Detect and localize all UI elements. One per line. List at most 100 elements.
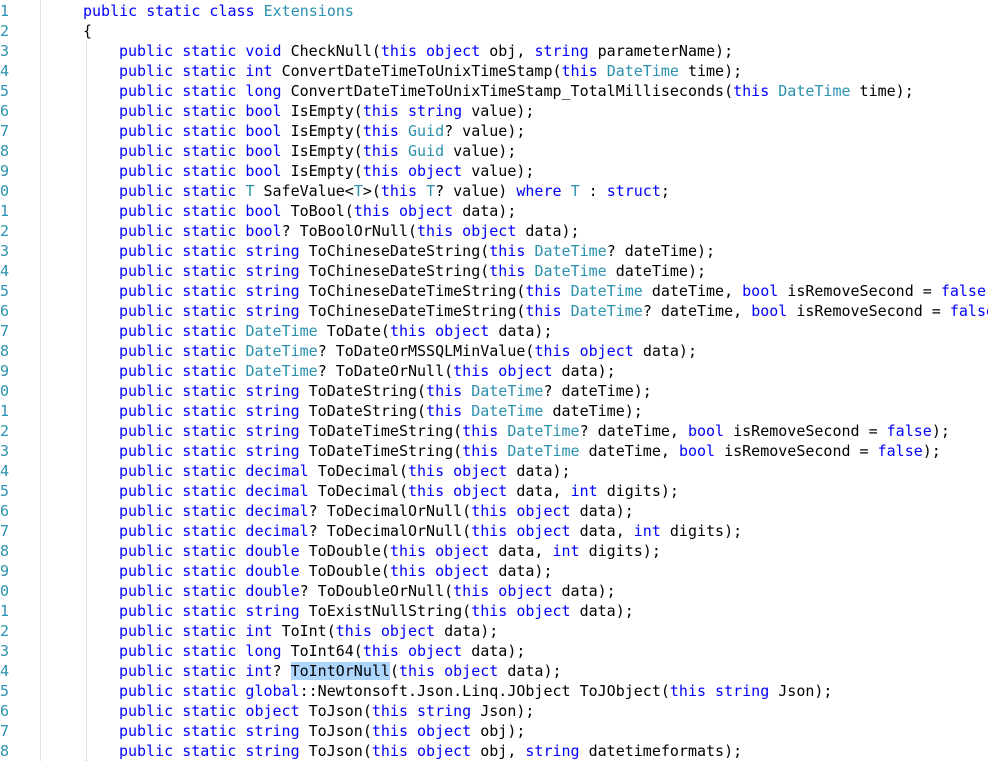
code-text[interactable]: public static double ToDouble(this objec… xyxy=(119,541,661,561)
code-text[interactable]: public static decimal? ToDecimalOrNull(t… xyxy=(119,501,634,521)
code-line[interactable]: 8 public static DateTime? ToDateOrMSSQLMi… xyxy=(0,341,988,361)
code-line[interactable]: 2 public static string ToDateTimeString(t… xyxy=(0,421,988,441)
code-line[interactable]: 7 public static DateTime ToDate(this obje… xyxy=(0,321,988,341)
code-line[interactable]: 4 public static string ToChineseDateStrin… xyxy=(0,261,988,281)
code-text[interactable]: public static double? ToDoubleOrNull(thi… xyxy=(119,581,616,601)
plain-token: ? value); xyxy=(444,122,526,140)
code-text[interactable]: public static string ToChineseDateString… xyxy=(119,261,706,281)
code-text[interactable]: public static string ToDateTimeString(th… xyxy=(119,421,950,441)
code-text[interactable]: public static bool ToBool(this object da… xyxy=(119,201,516,221)
code-line[interactable]: 1 public static string ToDateString(this … xyxy=(0,401,988,421)
code-line[interactable]: 2{ xyxy=(0,21,988,41)
code-text[interactable]: public static string ToJson(this object … xyxy=(119,721,525,741)
code-text[interactable]: public static bool IsEmpty(this Guid val… xyxy=(119,141,516,161)
plain-token: obj, xyxy=(480,742,526,760)
code-text[interactable]: public static DateTime ToDate(this objec… xyxy=(119,321,553,341)
code-line[interactable]: 0 public static string ToDateString(this … xyxy=(0,381,988,401)
code-editor[interactable]: 1 public static class Extensions 2{3 public… xyxy=(0,0,988,761)
code-text[interactable]: public static string ToDateString(this D… xyxy=(119,401,643,421)
plain-token: dateTime); xyxy=(615,262,707,280)
plain-token: parameterName); xyxy=(597,42,734,60)
code-text[interactable]: public static string ToChineseDateTimeSt… xyxy=(119,281,988,301)
code-text[interactable]: public static bool IsEmpty(this string v… xyxy=(119,101,534,121)
code-line[interactable]: 2 public static int ToInt(this object dat… xyxy=(0,621,988,641)
code-line[interactable]: 6 public static bool IsEmpty(this string … xyxy=(0,101,988,121)
code-text[interactable]: public static global::Newtonsoft.Json.Li… xyxy=(119,681,832,701)
code-text[interactable]: public static string ToJson(this object … xyxy=(119,741,742,761)
code-text[interactable]: public static bool? ToBoolOrNull(this ob… xyxy=(119,221,580,241)
code-text[interactable]: public static int ConvertDateTimeToUnixT… xyxy=(119,61,742,81)
plain-token: data); xyxy=(561,362,616,380)
code-text[interactable]: { xyxy=(83,21,92,41)
code-line[interactable]: 9 public static DateTime? ToDateOrNull(th… xyxy=(0,361,988,381)
keyword-token: public static string xyxy=(119,422,309,440)
code-line[interactable]: 7 public static decimal? ToDecimalOrNull(… xyxy=(0,521,988,541)
plain-token: ToDateTimeString( xyxy=(308,442,463,460)
code-text[interactable]: public static long ConvertDateTimeToUnix… xyxy=(119,81,914,101)
code-text[interactable]: public static decimal? ToDecimalOrNull(t… xyxy=(119,521,742,541)
code-line[interactable]: 7 public static bool IsEmpty(this Guid? v… xyxy=(0,121,988,141)
code-text[interactable]: public static object ToJson(this string … xyxy=(119,701,534,721)
keyword-token: public static string xyxy=(119,602,309,620)
line-number: 8 xyxy=(0,142,10,160)
code-text[interactable]: public static decimal ToDecimal(this obj… xyxy=(119,461,571,481)
code-text[interactable]: public static bool IsEmpty(this object v… xyxy=(119,161,534,181)
code-line[interactable]: 8 public static bool IsEmpty(this Guid va… xyxy=(0,141,988,161)
code-text[interactable]: public static string ToDateString(this D… xyxy=(119,381,652,401)
code-text[interactable]: public static void CheckNull(this object… xyxy=(119,41,733,61)
code-text[interactable]: public static long ToInt64(this object d… xyxy=(119,641,525,661)
code-line[interactable]: 5 public static decimal ToDecimal(this ob… xyxy=(0,481,988,501)
code-line[interactable]: 1 public static class Extensions xyxy=(0,1,988,21)
line-number: 4 xyxy=(0,662,10,680)
code-line[interactable]: 9 public static bool IsEmpty(this object … xyxy=(0,161,988,181)
line-number: 2 xyxy=(0,422,10,440)
code-line[interactable]: 2 public static bool? ToBoolOrNull(this o… xyxy=(0,221,988,241)
code-line[interactable]: 7 public static string ToJson(this object… xyxy=(0,721,988,741)
code-lines[interactable]: 1 public static class Extensions 2{3 public… xyxy=(0,1,988,761)
code-text[interactable]: public static int? ToIntOrNull(this obje… xyxy=(119,661,562,681)
line-number: 9 xyxy=(0,362,10,380)
keyword-token: public static bool xyxy=(119,122,291,140)
code-text[interactable]: public static DateTime? ToDateOrNull(thi… xyxy=(119,361,616,381)
code-line[interactable]: 8 public static string ToJson(this object… xyxy=(0,741,988,761)
code-text[interactable]: public static double ToDouble(this objec… xyxy=(119,561,553,581)
code-text[interactable]: public static string ToDateTimeString(th… xyxy=(119,441,941,461)
code-line[interactable]: 5 public static global::Newtonsoft.Json.L… xyxy=(0,681,988,701)
line-number: 7 xyxy=(0,522,10,540)
code-line[interactable]: 8 public static double ToDouble(this obje… xyxy=(0,541,988,561)
code-line[interactable]: 5 public static long ConvertDateTimeToUni… xyxy=(0,81,988,101)
code-line[interactable]: 9 public static double ToDouble(this obje… xyxy=(0,561,988,581)
code-line[interactable]: 0 public static T SafeValue<T>(this T? va… xyxy=(0,181,988,201)
plain-token: CheckNull( xyxy=(290,42,381,60)
code-text[interactable]: public static T SafeValue<T>(this T? val… xyxy=(119,181,670,201)
code-text[interactable]: public static bool IsEmpty(this Guid? va… xyxy=(119,121,525,141)
code-text[interactable]: public static string ToChineseDateString… xyxy=(119,241,715,261)
code-line[interactable]: 6 public static decimal? ToDecimalOrNull(… xyxy=(0,501,988,521)
code-text[interactable]: public static string ToChineseDateTimeSt… xyxy=(119,301,988,321)
code-text[interactable]: public static decimal ToDecimal(this obj… xyxy=(119,481,679,501)
code-line[interactable]: 4 public static int? ToIntOrNull(this obj… xyxy=(0,661,988,681)
type-token: DateTime xyxy=(606,62,688,80)
code-text[interactable]: public static class Extensions xyxy=(83,1,354,21)
code-line[interactable]: 1 public static string ToExistNullString(… xyxy=(0,601,988,621)
code-line[interactable]: 3 public static void CheckNull(this objec… xyxy=(0,41,988,61)
keyword-token: this object xyxy=(362,642,472,660)
code-line[interactable]: 0 public static double? ToDoubleOrNull(th… xyxy=(0,581,988,601)
code-text[interactable]: public static string ToExistNullString(t… xyxy=(119,601,634,621)
code-line[interactable]: 3 public static string ToChineseDateStrin… xyxy=(0,241,988,261)
code-line[interactable]: 5 public static string ToChineseDateTimeS… xyxy=(0,281,988,301)
type-token: Guid xyxy=(408,142,454,160)
selected-identifier[interactable]: ToIntOrNull xyxy=(290,662,390,680)
code-line[interactable]: 6 public static object ToJson(this string… xyxy=(0,701,988,721)
code-line[interactable]: 6 public static string ToChineseDateTimeS… xyxy=(0,301,988,321)
plain-token: ? dateTime, xyxy=(579,422,688,440)
code-text[interactable]: public static DateTime? ToDateOrMSSQLMin… xyxy=(119,341,697,361)
code-line[interactable]: 4 public static int ConvertDateTimeToUnix… xyxy=(0,61,988,81)
plain-token: ToDecimal( xyxy=(317,462,408,480)
code-line[interactable]: 3 public static long ToInt64(this object … xyxy=(0,641,988,661)
line-number: 1 xyxy=(0,202,10,220)
code-line[interactable]: 4 public static decimal ToDecimal(this ob… xyxy=(0,461,988,481)
code-line[interactable]: 3 public static string ToDateTimeString(t… xyxy=(0,441,988,461)
code-text[interactable]: public static int ToInt(this object data… xyxy=(119,621,498,641)
code-line[interactable]: 1 public static bool ToBool(this object d… xyxy=(0,201,988,221)
